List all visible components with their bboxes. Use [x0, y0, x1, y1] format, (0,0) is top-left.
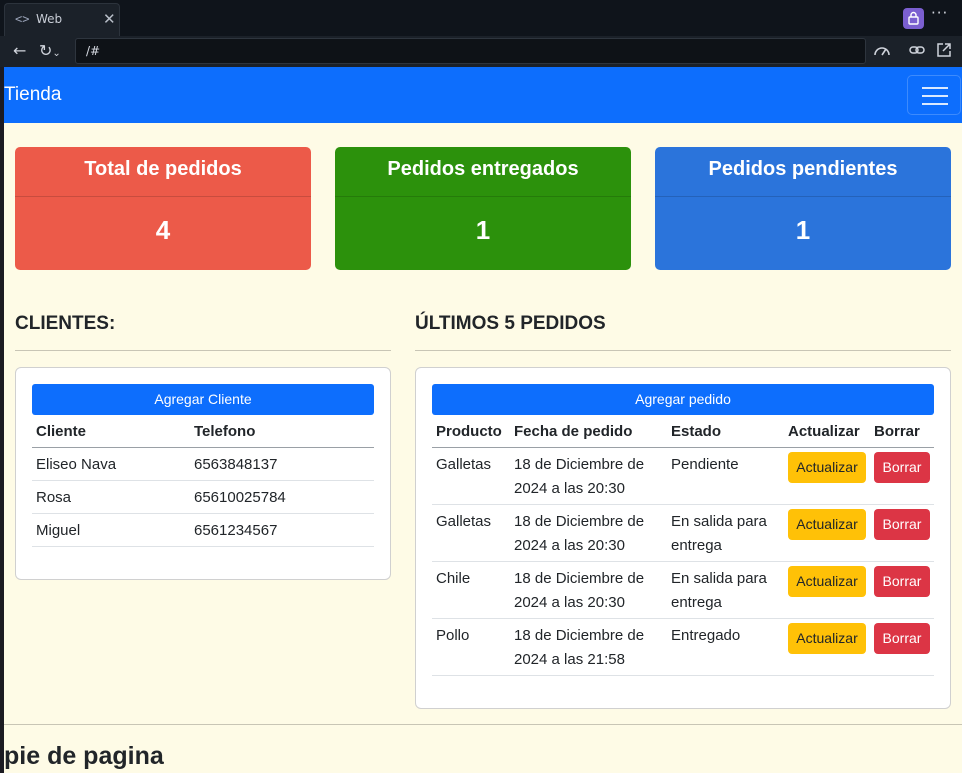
- table-header: Telefono: [194, 423, 256, 440]
- stat-card-total: Total de pedidos 4: [15, 147, 311, 270]
- order-product: Galletas: [436, 513, 492, 530]
- order-status: En salida para: [671, 570, 767, 587]
- stat-value: 1: [795, 215, 811, 245]
- order-date: 18 de Diciembre de: [514, 570, 645, 587]
- order-date: 18 de Diciembre de: [514, 513, 645, 530]
- table-header: Fecha de pedido: [514, 423, 633, 440]
- table-header: Producto: [436, 423, 502, 440]
- browser-toolbar: ← ↻⌄ /#: [0, 36, 962, 67]
- table-header: Cliente: [36, 423, 87, 440]
- order-product: Pollo: [436, 627, 470, 644]
- client-phone: 6561234567: [194, 522, 278, 539]
- code-icon: <>: [15, 12, 30, 26]
- delete-button[interactable]: Borrar: [874, 509, 930, 540]
- divider: [415, 350, 951, 351]
- external-link-icon[interactable]: [935, 41, 953, 63]
- table-header: Estado: [671, 423, 722, 440]
- order-date: 2024 a las 20:30: [514, 537, 625, 554]
- order-product: Chile: [436, 570, 471, 587]
- client-name: Rosa: [36, 489, 72, 506]
- reload-icon[interactable]: ↻⌄: [39, 41, 61, 60]
- delete-button[interactable]: Borrar: [874, 623, 930, 654]
- update-button[interactable]: Actualizar: [788, 623, 866, 654]
- order-date: 2024 a las 20:30: [514, 480, 625, 497]
- order-product: Galletas: [436, 456, 492, 473]
- divider: [15, 350, 391, 351]
- url-bar[interactable]: /#: [75, 38, 866, 64]
- page-content: Tienda Total de pedidos 4 Pedidos entreg…: [4, 67, 962, 773]
- table-header: Borrar: [874, 423, 920, 440]
- navbar: Tienda: [4, 67, 962, 123]
- client-phone: 6563848137: [194, 456, 278, 473]
- update-button[interactable]: Actualizar: [788, 509, 866, 540]
- add-order-button[interactable]: Agregar pedido: [432, 384, 934, 415]
- order-status: entrega: [671, 537, 722, 554]
- stat-card-delivered: Pedidos entregados 1: [335, 147, 631, 270]
- orders-section-title: ÚLTIMOS 5 PEDIDOS: [415, 313, 606, 334]
- order-date: 2024 a las 20:30: [514, 594, 625, 611]
- table-header: Actualizar: [788, 423, 860, 440]
- lock-icon[interactable]: [903, 8, 924, 29]
- orders-card: Agregar pedido Producto Fecha de pedido …: [415, 367, 951, 709]
- update-button[interactable]: Actualizar: [788, 452, 866, 483]
- more-icon[interactable]: ···: [931, 4, 948, 22]
- order-date: 18 de Diciembre de: [514, 456, 645, 473]
- delete-button[interactable]: Borrar: [874, 452, 930, 483]
- order-status: Pendiente: [671, 456, 739, 473]
- delete-button[interactable]: Borrar: [874, 566, 930, 597]
- stat-value: 4: [155, 215, 171, 245]
- client-name: Miguel: [36, 522, 81, 539]
- footer-divider: [4, 724, 962, 725]
- order-status: En salida para: [671, 513, 767, 530]
- browser-tab[interactable]: <> Web ✕: [4, 3, 120, 36]
- stat-value: 1: [475, 215, 491, 245]
- add-client-button[interactable]: Agregar Cliente: [32, 384, 374, 415]
- clients-section-title: CLIENTES:: [15, 313, 116, 334]
- order-status: Entregado: [671, 627, 741, 644]
- order-date: 18 de Diciembre de: [514, 627, 645, 644]
- navbar-brand[interactable]: Tienda: [4, 84, 61, 106]
- hamburger-icon: [922, 87, 948, 89]
- stat-card-pending: Pedidos pendientes 1: [655, 147, 951, 270]
- footer-text: pie de pagina: [4, 742, 164, 770]
- stat-title: Total de pedidos: [15, 147, 311, 197]
- menu-toggle-button[interactable]: [907, 75, 961, 115]
- order-date: 2024 a las 21:58: [514, 651, 625, 668]
- stat-title: Pedidos pendientes: [655, 147, 951, 197]
- share-icon[interactable]: [908, 42, 926, 62]
- client-phone: 65610025784: [194, 489, 286, 506]
- browser-tab-bar: <> Web ✕ ···: [0, 0, 962, 36]
- tab-title: Web: [36, 12, 63, 26]
- clients-card: Agregar Cliente Cliente Telefono Eliseo …: [15, 367, 391, 580]
- back-icon[interactable]: ←: [13, 41, 26, 60]
- performance-icon[interactable]: [873, 42, 891, 62]
- stat-title: Pedidos entregados: [335, 147, 631, 197]
- order-status: entrega: [671, 594, 722, 611]
- client-name: Eliseo Nava: [36, 456, 117, 473]
- close-icon[interactable]: ✕: [103, 10, 116, 28]
- update-button[interactable]: Actualizar: [788, 566, 866, 597]
